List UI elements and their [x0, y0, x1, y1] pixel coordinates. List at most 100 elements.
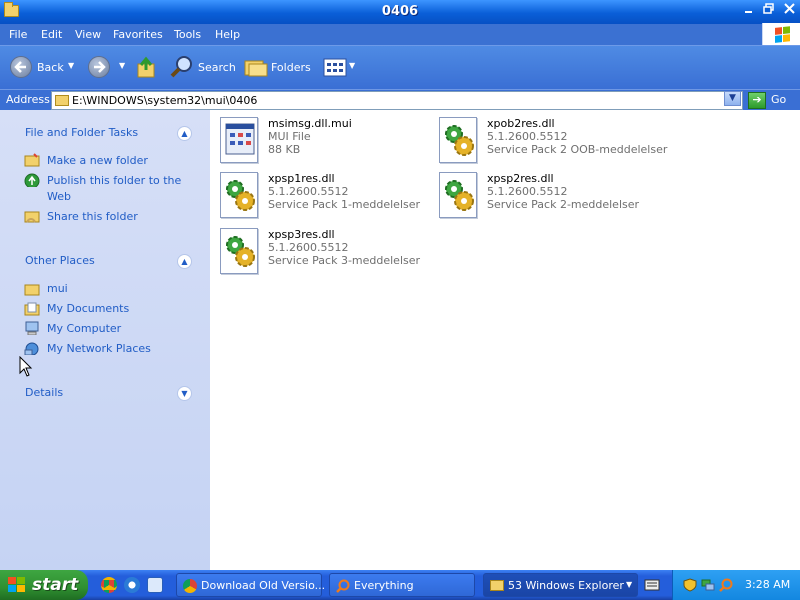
start-label[interactable]: start	[32, 575, 78, 595]
taskbar-button-everything[interactable]: Everything	[329, 573, 475, 597]
system-tray: 3:28 AM	[672, 570, 800, 600]
dll-gear-icon	[220, 228, 258, 274]
file-description: Service Pack 2-meddelelser	[487, 198, 640, 211]
file-item[interactable]: xpsp1res.dll 5.1.2600.5512 Service Pack …	[220, 172, 430, 224]
back-arrow-icon	[14, 61, 26, 73]
windows-flag-icon	[8, 577, 26, 593]
window-title: 0406	[381, 4, 419, 19]
other-place-my-network-places[interactable]: My Network Places	[47, 341, 197, 357]
file-description: Service Pack 3-meddelelser	[268, 254, 421, 267]
folders-icon[interactable]	[244, 57, 268, 77]
taskbar-button-browser[interactable]: Download Old Versio...	[176, 573, 325, 597]
go-label[interactable]: Go	[771, 93, 786, 106]
group-dropdown-icon: ▼	[626, 580, 633, 589]
minimize-icon	[744, 11, 752, 13]
dll-gear-icon	[439, 117, 477, 163]
file-version: 5.1.2600.5512	[487, 185, 568, 198]
file-item[interactable]: xpsp2res.dll 5.1.2600.5512 Service Pack …	[439, 172, 649, 224]
views-icon[interactable]	[323, 58, 347, 78]
share-folder-link[interactable]: Share this folder	[47, 209, 197, 225]
collapse-file-tasks-button[interactable]: ▲	[177, 126, 192, 141]
my-network-places-icon	[24, 342, 39, 355]
taskbar-button-explorer-group[interactable]: 53 Windows Explorer ▼	[483, 573, 638, 597]
restore-button[interactable]	[760, 3, 777, 20]
file-item[interactable]: msimsg.dll.mui MUI File 88 KB	[220, 117, 430, 169]
collapse-other-places-button[interactable]: ▲	[177, 254, 192, 269]
folder-icon	[490, 580, 504, 591]
address-label: Address	[6, 93, 50, 106]
forward-button[interactable]	[88, 56, 110, 78]
search-icon[interactable]	[170, 55, 194, 79]
search-label[interactable]: Search	[198, 61, 236, 74]
address-input[interactable]: E:\WINDOWS\system32\mui\0406	[51, 91, 743, 110]
back-label[interactable]: Back	[37, 61, 64, 74]
dll-gear-icon	[220, 172, 258, 218]
menu-edit[interactable]: Edit	[41, 28, 62, 41]
expand-details-button[interactable]: ▼	[177, 386, 192, 401]
file-name[interactable]: xpsp3res.dll	[268, 228, 335, 241]
publish-folder-web-link[interactable]: Publish this folder to the Web	[47, 173, 197, 205]
everything-search-icon	[336, 579, 350, 593]
menu-favorites[interactable]: Favorites	[113, 28, 163, 41]
menu-bar: File Edit View Favorites Tools Help	[0, 24, 800, 45]
details-header[interactable]: Details	[25, 386, 63, 399]
file-version: 5.1.2600.5512	[268, 185, 349, 198]
clock[interactable]: 3:28 AM	[745, 578, 790, 591]
chevron-down-icon: ▼	[181, 389, 188, 398]
file-item[interactable]: xpsp3res.dll 5.1.2600.5512 Service Pack …	[220, 228, 430, 280]
menu-help[interactable]: Help	[215, 28, 240, 41]
file-description: Service Pack 1-meddelelser	[268, 198, 421, 211]
address-path[interactable]: E:\WINDOWS\system32\mui\0406	[72, 94, 257, 107]
security-shield-icon[interactable]	[683, 578, 697, 592]
file-name[interactable]: msimsg.dll.mui	[268, 117, 352, 130]
back-dropdown-icon[interactable]: ▼	[68, 61, 74, 70]
mui-file-icon	[220, 117, 258, 163]
menu-view[interactable]: View	[75, 28, 101, 41]
address-dropdown-button[interactable]: ▼	[724, 91, 741, 106]
folder-icon	[24, 284, 40, 296]
views-dropdown-icon[interactable]: ▼	[349, 61, 355, 70]
minimize-button[interactable]	[740, 3, 757, 20]
close-button[interactable]	[781, 3, 798, 20]
other-place-mui[interactable]: mui	[47, 281, 197, 297]
everything-search-icon[interactable]	[719, 578, 733, 592]
make-new-folder-link[interactable]: Make a new folder	[47, 153, 197, 169]
mouse-cursor-icon	[19, 356, 33, 377]
my-documents-icon	[24, 302, 40, 316]
file-type: MUI File	[268, 130, 311, 143]
share-folder-icon	[24, 211, 40, 223]
internet-explorer-icon[interactable]	[124, 577, 140, 593]
other-places-header[interactable]: Other Places	[25, 254, 95, 267]
forward-dropdown-icon[interactable]: ▼	[119, 61, 125, 70]
start-button[interactable]: start	[0, 570, 88, 600]
other-place-my-documents[interactable]: My Documents	[47, 301, 197, 317]
my-computer-icon	[25, 321, 39, 335]
back-button[interactable]	[10, 56, 32, 78]
file-name[interactable]: xpob2res.dll	[487, 117, 555, 130]
dll-gear-icon	[439, 172, 477, 218]
taskbar-button-label: Everything	[354, 579, 414, 592]
file-name[interactable]: xpsp1res.dll	[268, 172, 335, 185]
chrome-icon[interactable]	[101, 577, 117, 593]
file-size: 88 KB	[268, 143, 301, 156]
file-folder-tasks-header[interactable]: File and Folder Tasks	[25, 126, 138, 139]
go-arrow-icon: ➔	[752, 93, 762, 106]
keyboard-icon[interactable]	[644, 578, 660, 592]
go-button[interactable]: ➔	[748, 92, 766, 109]
file-item[interactable]: xpob2res.dll 5.1.2600.5512 Service Pack …	[439, 117, 667, 169]
up-folder-icon[interactable]	[136, 56, 158, 80]
file-description: Service Pack 2 OOB-meddelelser	[487, 143, 668, 156]
folder-icon	[55, 95, 69, 106]
menu-tools[interactable]: Tools	[174, 28, 201, 41]
chevron-up-icon: ▲	[181, 129, 188, 138]
menu-file[interactable]: File	[9, 28, 27, 41]
show-desktop-icon[interactable]	[147, 577, 163, 593]
address-bar: Address E:\WINDOWS\system32\mui\0406 ▼ ➔…	[0, 89, 800, 110]
title-bar: 0406	[0, 0, 800, 24]
folders-label[interactable]: Folders	[271, 61, 311, 74]
file-version: 5.1.2600.5512	[487, 130, 568, 143]
other-place-my-computer[interactable]: My Computer	[47, 321, 197, 337]
chevron-down-icon: ▼	[729, 93, 736, 103]
network-icon[interactable]	[701, 578, 715, 592]
file-name[interactable]: xpsp2res.dll	[487, 172, 554, 185]
